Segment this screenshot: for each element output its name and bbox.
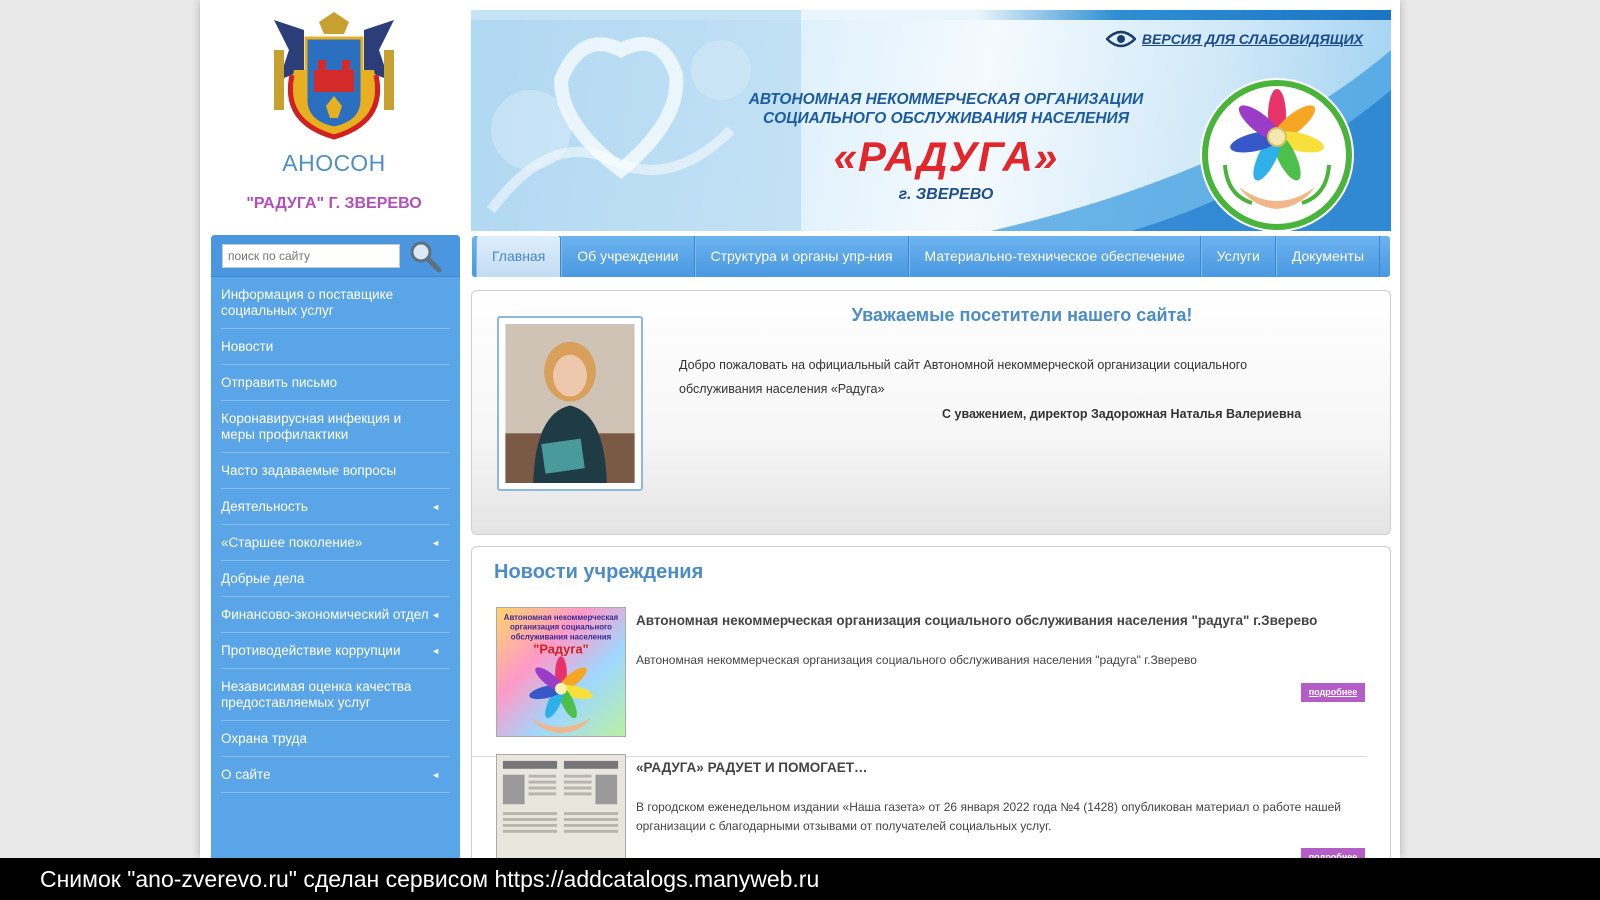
sidebar-item-finance[interactable]: Финансово-экономический отдел ◄ <box>221 597 450 633</box>
sidebar-item-anti-corruption[interactable]: Противодействие коррупции ◄ <box>221 633 450 669</box>
sidebar-item-label: Часто задаваемые вопросы <box>221 463 397 478</box>
banner-line-1: АВТОНОМНАЯ НЕКОММЕРЧЕСКАЯ ОРГАНИЗАЦИИ <box>748 91 1144 108</box>
arrow-left-icon: ◄ <box>431 501 440 512</box>
thumb-line-1: Автономная некоммерческая <box>504 613 619 622</box>
top-navigation: Главная Об учреждении Структура и органы… <box>472 236 1390 277</box>
read-more-button[interactable]: подробнее <box>1301 683 1365 702</box>
sidebar-item-about-site[interactable]: О сайте ◄ <box>221 757 450 793</box>
header-banner: ВЕРСИЯ ДЛЯ СЛАБОВИДЯЩИХ АВТОНОМНАЯ НЕКОМ… <box>471 10 1391 231</box>
news-heading: Новости учреждения <box>494 561 704 583</box>
news-thumbnail[interactable] <box>496 754 626 858</box>
screenshot-caption: Снимок "ano-zverevo.ru" сделан сервисом … <box>0 858 1600 900</box>
org-short-name: АНОСОН <box>282 150 386 176</box>
tab-home[interactable]: Главная <box>476 236 562 277</box>
news-item: Автономная некоммерческая организация со… <box>472 607 1367 757</box>
director-portrait-image <box>505 324 635 483</box>
tab-about[interactable]: Об учреждении <box>561 236 695 277</box>
sidebar-item-activity[interactable]: Деятельность ◄ <box>221 489 450 525</box>
sidebar-item-label: Охрана труда <box>221 731 308 746</box>
sidebar-item-label: О сайте <box>221 767 271 782</box>
banner-text: АВТОНОМНАЯ НЕКОММЕРЧЕСКАЯ ОРГАНИЗАЦИИ СО… <box>721 90 1171 204</box>
sidebar-item-label: Деятельность <box>221 499 308 514</box>
read-more-button[interactable]: подробнее <box>1301 848 1365 858</box>
sidebar-item-quality-assessment[interactable]: Независимая оценка качества предоставляе… <box>221 669 450 721</box>
arrow-left-icon: ◄ <box>431 537 440 548</box>
news-thumbnail[interactable]: Автономная некоммерческая организация со… <box>496 607 626 737</box>
sidebar-item-label: Добрые дела <box>221 571 305 586</box>
news-thumbnail-image: Автономная некоммерческая организация со… <box>497 608 625 736</box>
sidebar: Информация о поставщике социальных услуг… <box>211 235 460 858</box>
sidebar-item-good-deeds[interactable]: Добрые дела <box>221 561 450 597</box>
org-city-name: "РАДУГА" Г. ЗВЕРЕВО <box>246 195 422 212</box>
rainbow-flower-emblem-icon <box>1200 78 1354 231</box>
director-photo <box>497 316 643 491</box>
news-item-description: В городском еженедельном издании «Наша г… <box>636 800 1341 833</box>
search-bar <box>211 235 460 277</box>
sidebar-item-coronavirus[interactable]: Коронавирусная инфекция и меры профилакт… <box>221 401 450 453</box>
sidebar-item-label: Независимая оценка качества предоставляе… <box>221 679 412 710</box>
sidebar-item-provider-info[interactable]: Информация о поставщике социальных услуг <box>221 277 450 329</box>
arrow-left-icon: ◄ <box>431 645 440 656</box>
low-vision-link[interactable]: ВЕРСИЯ ДЛЯ СЛАБОВИДЯЩИХ <box>1105 30 1363 48</box>
search-input[interactable] <box>222 243 400 268</box>
sidebar-item-older-generation[interactable]: «Старшее поколение» ◄ <box>221 525 450 561</box>
banner-city: г. ЗВЕРЕВО <box>898 186 994 203</box>
arrow-left-icon: ◄ <box>431 769 440 780</box>
arrow-left-icon: ◄ <box>431 609 440 620</box>
news-item-title[interactable]: «РАДУГА» РАДУЕТ И ПОМОГАЕТ… <box>636 760 1356 775</box>
welcome-title: Уважаемые посетители нашего сайта! <box>851 305 1193 325</box>
tab-services[interactable]: Услуги <box>1200 236 1276 277</box>
welcome-panel: Уважаемые посетители нашего сайта! Добро… <box>471 290 1391 535</box>
news-item-title[interactable]: Автономная некоммерческая организация со… <box>636 613 1356 628</box>
welcome-text: Добро пожаловать на официальный сайт Авт… <box>679 358 1248 396</box>
news-item-description: Автономная некоммерческая организация со… <box>636 653 1197 667</box>
news-item: «РАДУГА» РАДУЕТ И ПОМОГАЕТ… В городском … <box>472 754 1367 858</box>
banner-org-name: «РАДУГА» <box>833 133 1059 180</box>
tab-documents[interactable]: Документы <box>1275 236 1381 277</box>
tab-material-support[interactable]: Материально-техническое обеспечение <box>908 236 1201 277</box>
thumb-line-3: обслуживания населения <box>511 633 612 642</box>
sidebar-menu: Информация о поставщике социальных услуг… <box>211 277 460 793</box>
sidebar-item-label: Информация о поставщике социальных услуг <box>221 287 394 318</box>
sidebar-item-label: Противодействие коррупции <box>221 643 401 658</box>
newspaper-thumbnail-image <box>497 755 625 858</box>
sidebar-item-labor-safety[interactable]: Охрана труда <box>221 721 450 757</box>
welcome-signature: С уважением, директор Задорожная Наталья… <box>942 407 1302 421</box>
thumb-name: "Радуга" <box>533 641 588 656</box>
news-panel: Новости учреждения Автономная некоммерче… <box>471 546 1391 858</box>
coat-of-arms-icon <box>274 12 394 140</box>
eye-icon <box>1105 30 1136 48</box>
sidebar-item-label: Отправить письмо <box>221 375 338 390</box>
banner-line-2: СОЦИАЛЬНОГО ОБСЛУЖИВАНИЯ НАСЕЛЕНИЯ <box>762 110 1130 127</box>
thumb-line-2: организация социального <box>510 623 612 632</box>
logo-block: АНОСОН "РАДУГА" Г. ЗВЕРЕВО <box>208 6 460 226</box>
sidebar-item-faq[interactable]: Часто задаваемые вопросы <box>221 453 450 489</box>
sidebar-item-label: Новости <box>221 339 274 354</box>
sidebar-item-label: Финансово-экономический отдел <box>221 607 429 622</box>
page: АНОСОН "РАДУГА" Г. ЗВЕРЕВО ВЕРСИЯ ДЛЯ СЛ… <box>200 0 1400 858</box>
sidebar-item-news[interactable]: Новости <box>221 329 450 365</box>
sidebar-item-send-letter[interactable]: Отправить письмо <box>221 365 450 401</box>
search-icon[interactable] <box>408 239 442 273</box>
sidebar-item-label: Коронавирусная инфекция и меры профилакт… <box>221 411 402 442</box>
tab-structure[interactable]: Структура и органы упр-ния <box>694 236 909 277</box>
low-vision-label: ВЕРСИЯ ДЛЯ СЛАБОВИДЯЩИХ <box>1141 31 1363 47</box>
sidebar-item-label: «Старшее поколение» <box>221 535 363 550</box>
